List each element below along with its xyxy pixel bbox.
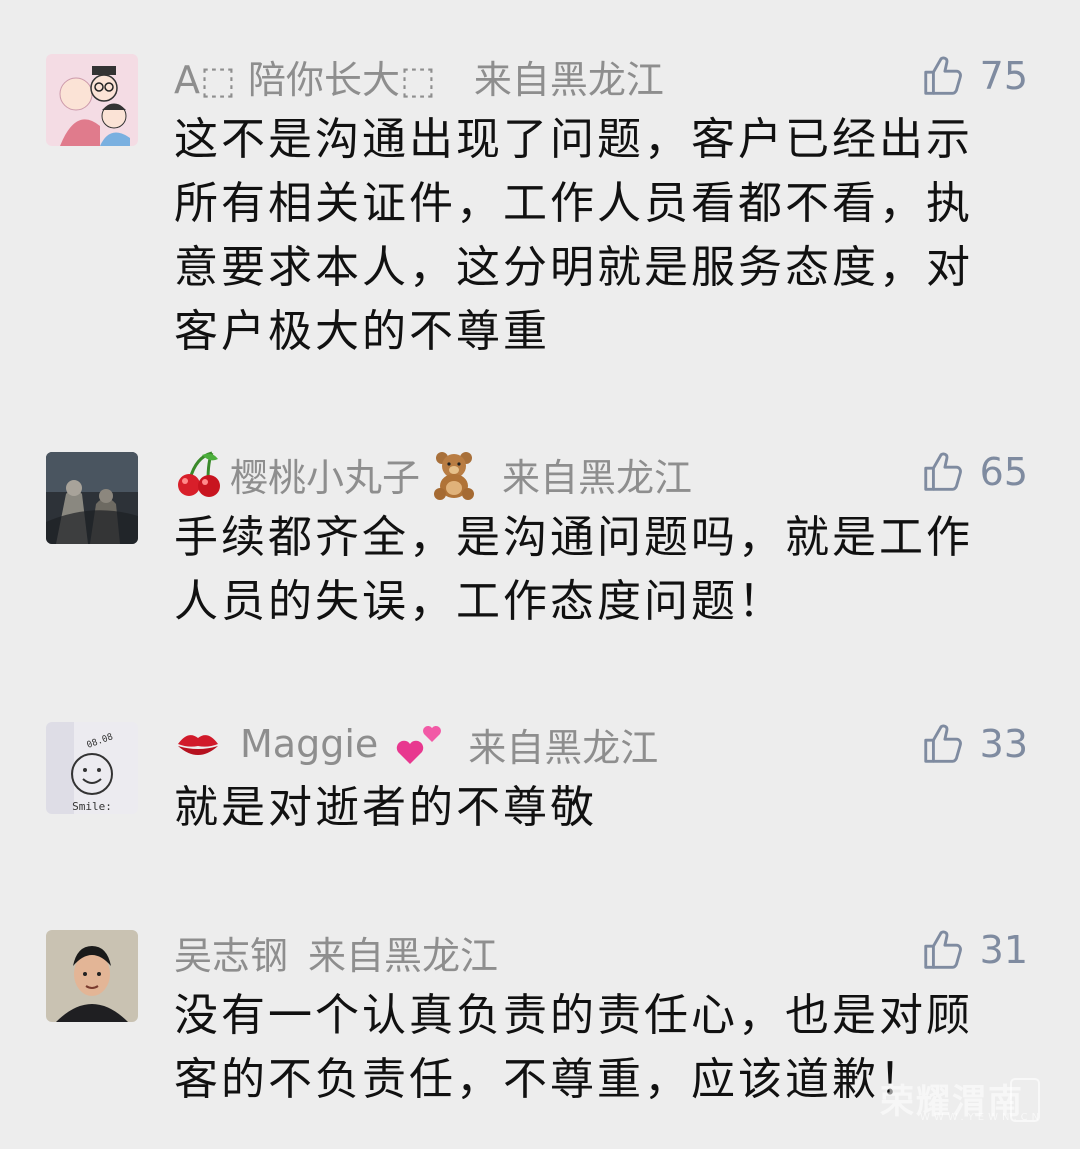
- avatar[interactable]: Smile: 08.08: [46, 722, 138, 814]
- comment-meta: 樱桃小丸子 来自黑龙江: [174, 446, 692, 502]
- like-count: 33: [979, 722, 1028, 766]
- comment-meta: 吴志钢 来自黑龙江: [174, 924, 498, 980]
- thumbs-up-icon: [923, 452, 962, 491]
- comment-text: 就是对逝者的不尊敬: [174, 782, 597, 833]
- nickname[interactable]: Maggie: [240, 722, 378, 766]
- thumbs-up-icon: [923, 930, 962, 969]
- thumbs-up-icon: [923, 724, 962, 763]
- like-button[interactable]: 31: [920, 922, 1028, 978]
- like-count: 31: [979, 928, 1028, 972]
- like-count: 75: [979, 54, 1028, 98]
- comment-meta: A⬚ 陪你长大⬚ 来自黑龙江: [174, 48, 664, 104]
- smile-sticker-icon: Smile: 08.08: [46, 722, 138, 814]
- phone-icon: [1010, 1078, 1040, 1122]
- avatar[interactable]: [46, 930, 138, 1022]
- avatar[interactable]: [46, 452, 138, 544]
- like-button[interactable]: 65: [920, 444, 1028, 500]
- like-button[interactable]: 75: [920, 48, 1028, 104]
- location: 来自黑龙江: [473, 57, 664, 102]
- comment-text: 这不是沟通出现了问题，客户已经出示所有相关证件，工作人员看都不看，执意要求本人，…: [174, 114, 973, 357]
- like-button[interactable]: 33: [920, 716, 1028, 772]
- teddy-bear-emoji: [434, 452, 475, 500]
- location: 来自黑龙江: [308, 933, 499, 978]
- like-count: 65: [979, 450, 1028, 494]
- cartoon-family-icon: [46, 54, 138, 146]
- kiss-mark-emoji: [178, 735, 218, 755]
- nickname[interactable]: 樱桃小丸子: [230, 447, 420, 502]
- location: 来自黑龙江: [502, 455, 693, 500]
- avatar-text: Smile:: [72, 800, 112, 813]
- cherry-emoji: [178, 451, 220, 497]
- comment-text: 手续都齐全，是沟通问题吗，就是工作人员的失误，工作态度问题！: [174, 512, 973, 627]
- nickname[interactable]: 吴志钢: [174, 925, 288, 980]
- comment-meta: Maggie 来自黑龙江: [174, 716, 658, 772]
- location: 来自黑龙江: [468, 725, 659, 770]
- thumbs-up-icon: [923, 56, 962, 95]
- nickname[interactable]: A⬚ 陪你长大⬚: [174, 49, 436, 104]
- portrait-photo-icon: [46, 930, 138, 1022]
- night-photo-icon: [46, 452, 138, 544]
- two-hearts-emoji: [397, 726, 442, 764]
- avatar[interactable]: [46, 54, 138, 146]
